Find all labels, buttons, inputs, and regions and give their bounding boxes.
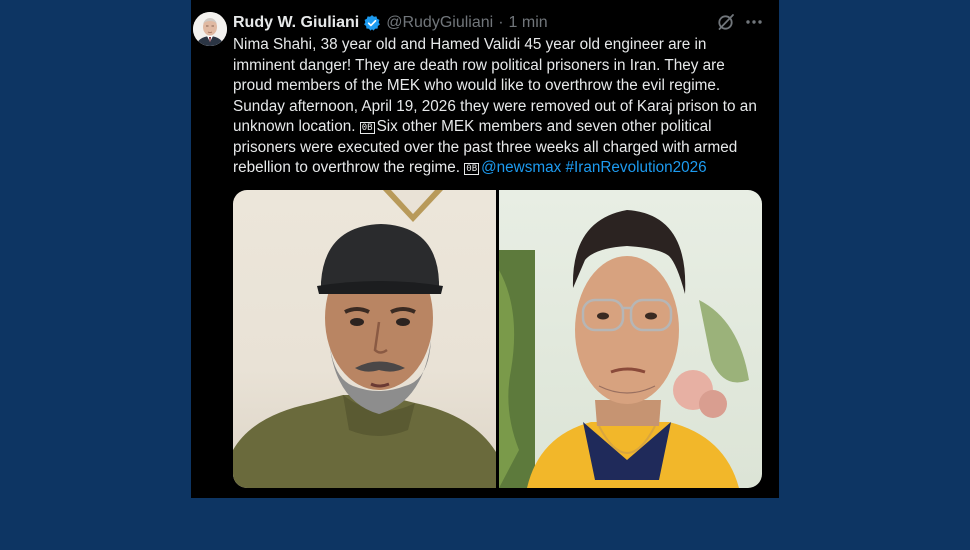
unknown-glyph-icon: 0B [359,122,375,134]
tweet-media[interactable] [233,190,762,488]
mention-link[interactable]: @newsmax [481,159,561,176]
author-avatar[interactable] [193,12,227,46]
more-options-icon[interactable] [744,12,764,32]
media-photo-left[interactable] [233,190,496,488]
author-handle[interactable]: @RudyGiuliani [386,14,493,32]
tweet-text: Nima Shahi, 38 year old and Hamed Validi… [233,35,768,179]
tweet-card[interactable]: Rudy W. Giuliani @RudyGiuliani · 1 min N… [191,0,779,498]
hashtag-link[interactable]: #IranRevolution2026 [566,159,707,176]
media-photo-right[interactable] [499,190,762,488]
tweet-header: Rudy W. Giuliani @RudyGiuliani · 1 min [233,12,548,34]
header-separator: · [498,14,504,31]
author-name[interactable]: Rudy W. Giuliani [233,14,359,32]
unknown-glyph-icon: 0B [464,163,480,175]
grok-icon[interactable] [716,12,736,32]
verified-badge-icon [363,14,381,32]
tweet-timestamp[interactable]: 1 min [509,14,548,32]
